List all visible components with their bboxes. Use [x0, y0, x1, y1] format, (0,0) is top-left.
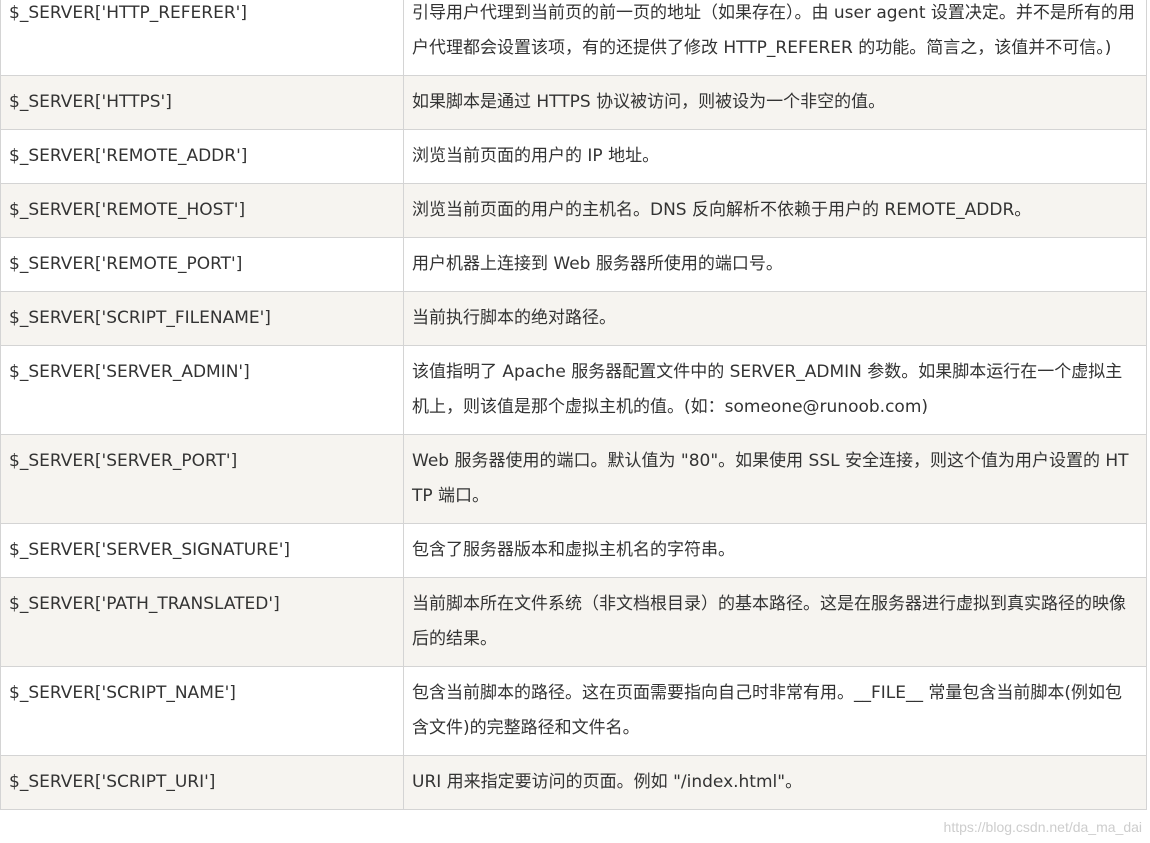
table-row: $_SERVER['PATH_TRANSLATED'] 当前脚本所在文件系统（非… — [0, 577, 1147, 667]
table-row: $_SERVER['HTTPS'] 如果脚本是通过 HTTPS 协议被访问，则被… — [0, 75, 1147, 130]
table-row: $_SERVER['SCRIPT_FILENAME'] 当前执行脚本的绝对路径。 — [0, 291, 1147, 346]
table-row: $_SERVER['SERVER_ADMIN'] 该值指明了 Apache 服务… — [0, 345, 1147, 435]
variable-name-cell: $_SERVER['REMOTE_PORT'] — [0, 237, 404, 292]
variable-description-cell: 浏览当前页面的用户的 IP 地址。 — [403, 129, 1147, 184]
variable-description-cell: 该值指明了 Apache 服务器配置文件中的 SERVER_ADMIN 参数。如… — [403, 345, 1147, 435]
variable-description-cell: 包含当前脚本的路径。这在页面需要指向自己时非常有用。__FILE__ 常量包含当… — [403, 666, 1147, 756]
variable-description-cell: 如果脚本是通过 HTTPS 协议被访问，则被设为一个非空的值。 — [403, 75, 1147, 130]
variable-name-cell: $_SERVER['SERVER_PORT'] — [0, 434, 404, 524]
variable-name-cell: $_SERVER['SERVER_SIGNATURE'] — [0, 523, 404, 578]
variable-name-cell: $_SERVER['SCRIPT_URI'] — [0, 755, 404, 810]
variable-name-cell: $_SERVER['HTTPS'] — [0, 75, 404, 130]
variable-description-cell: 浏览当前页面的用户的主机名。DNS 反向解析不依赖于用户的 REMOTE_ADD… — [403, 183, 1147, 238]
variable-name-cell: $_SERVER['REMOTE_ADDR'] — [0, 129, 404, 184]
variable-description-cell: URI 用来指定要访问的页面。例如 "/index.html"。 — [403, 755, 1147, 810]
table-row: $_SERVER['SERVER_PORT'] Web 服务器使用的端口。默认值… — [0, 434, 1147, 524]
variable-description-cell: 引导用户代理到当前页的前一页的地址（如果存在）。由 user agent 设置决… — [403, 0, 1147, 76]
variable-description-cell: 用户机器上连接到 Web 服务器所使用的端口号。 — [403, 237, 1147, 292]
variable-description-cell: Web 服务器使用的端口。默认值为 "80"。如果使用 SSL 安全连接，则这个… — [403, 434, 1147, 524]
table-row: $_SERVER['SERVER_SIGNATURE'] 包含了服务器版本和虚拟… — [0, 523, 1147, 578]
watermark: https://blog.csdn.net/da_ma_dai — [943, 819, 1142, 835]
variable-name-cell: $_SERVER['SCRIPT_FILENAME'] — [0, 291, 404, 346]
table-row: $_SERVER['REMOTE_ADDR'] 浏览当前页面的用户的 IP 地址… — [0, 129, 1147, 184]
variable-description-cell: 当前脚本所在文件系统（非文档根目录）的基本路径。这是在服务器进行虚拟到真实路径的… — [403, 577, 1147, 667]
variable-name-cell: $_SERVER['SCRIPT_NAME'] — [0, 666, 404, 756]
variable-name-cell: $_SERVER['SERVER_ADMIN'] — [0, 345, 404, 435]
variable-name-cell: $_SERVER['HTTP_REFERER'] — [0, 0, 404, 76]
variable-name-cell: $_SERVER['REMOTE_HOST'] — [0, 183, 404, 238]
table-row: $_SERVER['HTTP_REFERER'] 引导用户代理到当前页的前一页的… — [0, 0, 1147, 76]
table-row: $_SERVER['SCRIPT_NAME'] 包含当前脚本的路径。这在页面需要… — [0, 666, 1147, 756]
server-variables-table-wrapper: $_SERVER['HTTP_REFERER'] 引导用户代理到当前页的前一页的… — [0, 0, 1147, 810]
variable-name-cell: $_SERVER['PATH_TRANSLATED'] — [0, 577, 404, 667]
table-row: $_SERVER['SCRIPT_URI'] URI 用来指定要访问的页面。例如… — [0, 755, 1147, 810]
variable-description-cell: 当前执行脚本的绝对路径。 — [403, 291, 1147, 346]
variable-description-cell: 包含了服务器版本和虚拟主机名的字符串。 — [403, 523, 1147, 578]
table-row: $_SERVER['REMOTE_HOST'] 浏览当前页面的用户的主机名。DN… — [0, 183, 1147, 238]
table-row: $_SERVER['REMOTE_PORT'] 用户机器上连接到 Web 服务器… — [0, 237, 1147, 292]
server-variables-table: $_SERVER['HTTP_REFERER'] 引导用户代理到当前页的前一页的… — [0, 0, 1147, 810]
